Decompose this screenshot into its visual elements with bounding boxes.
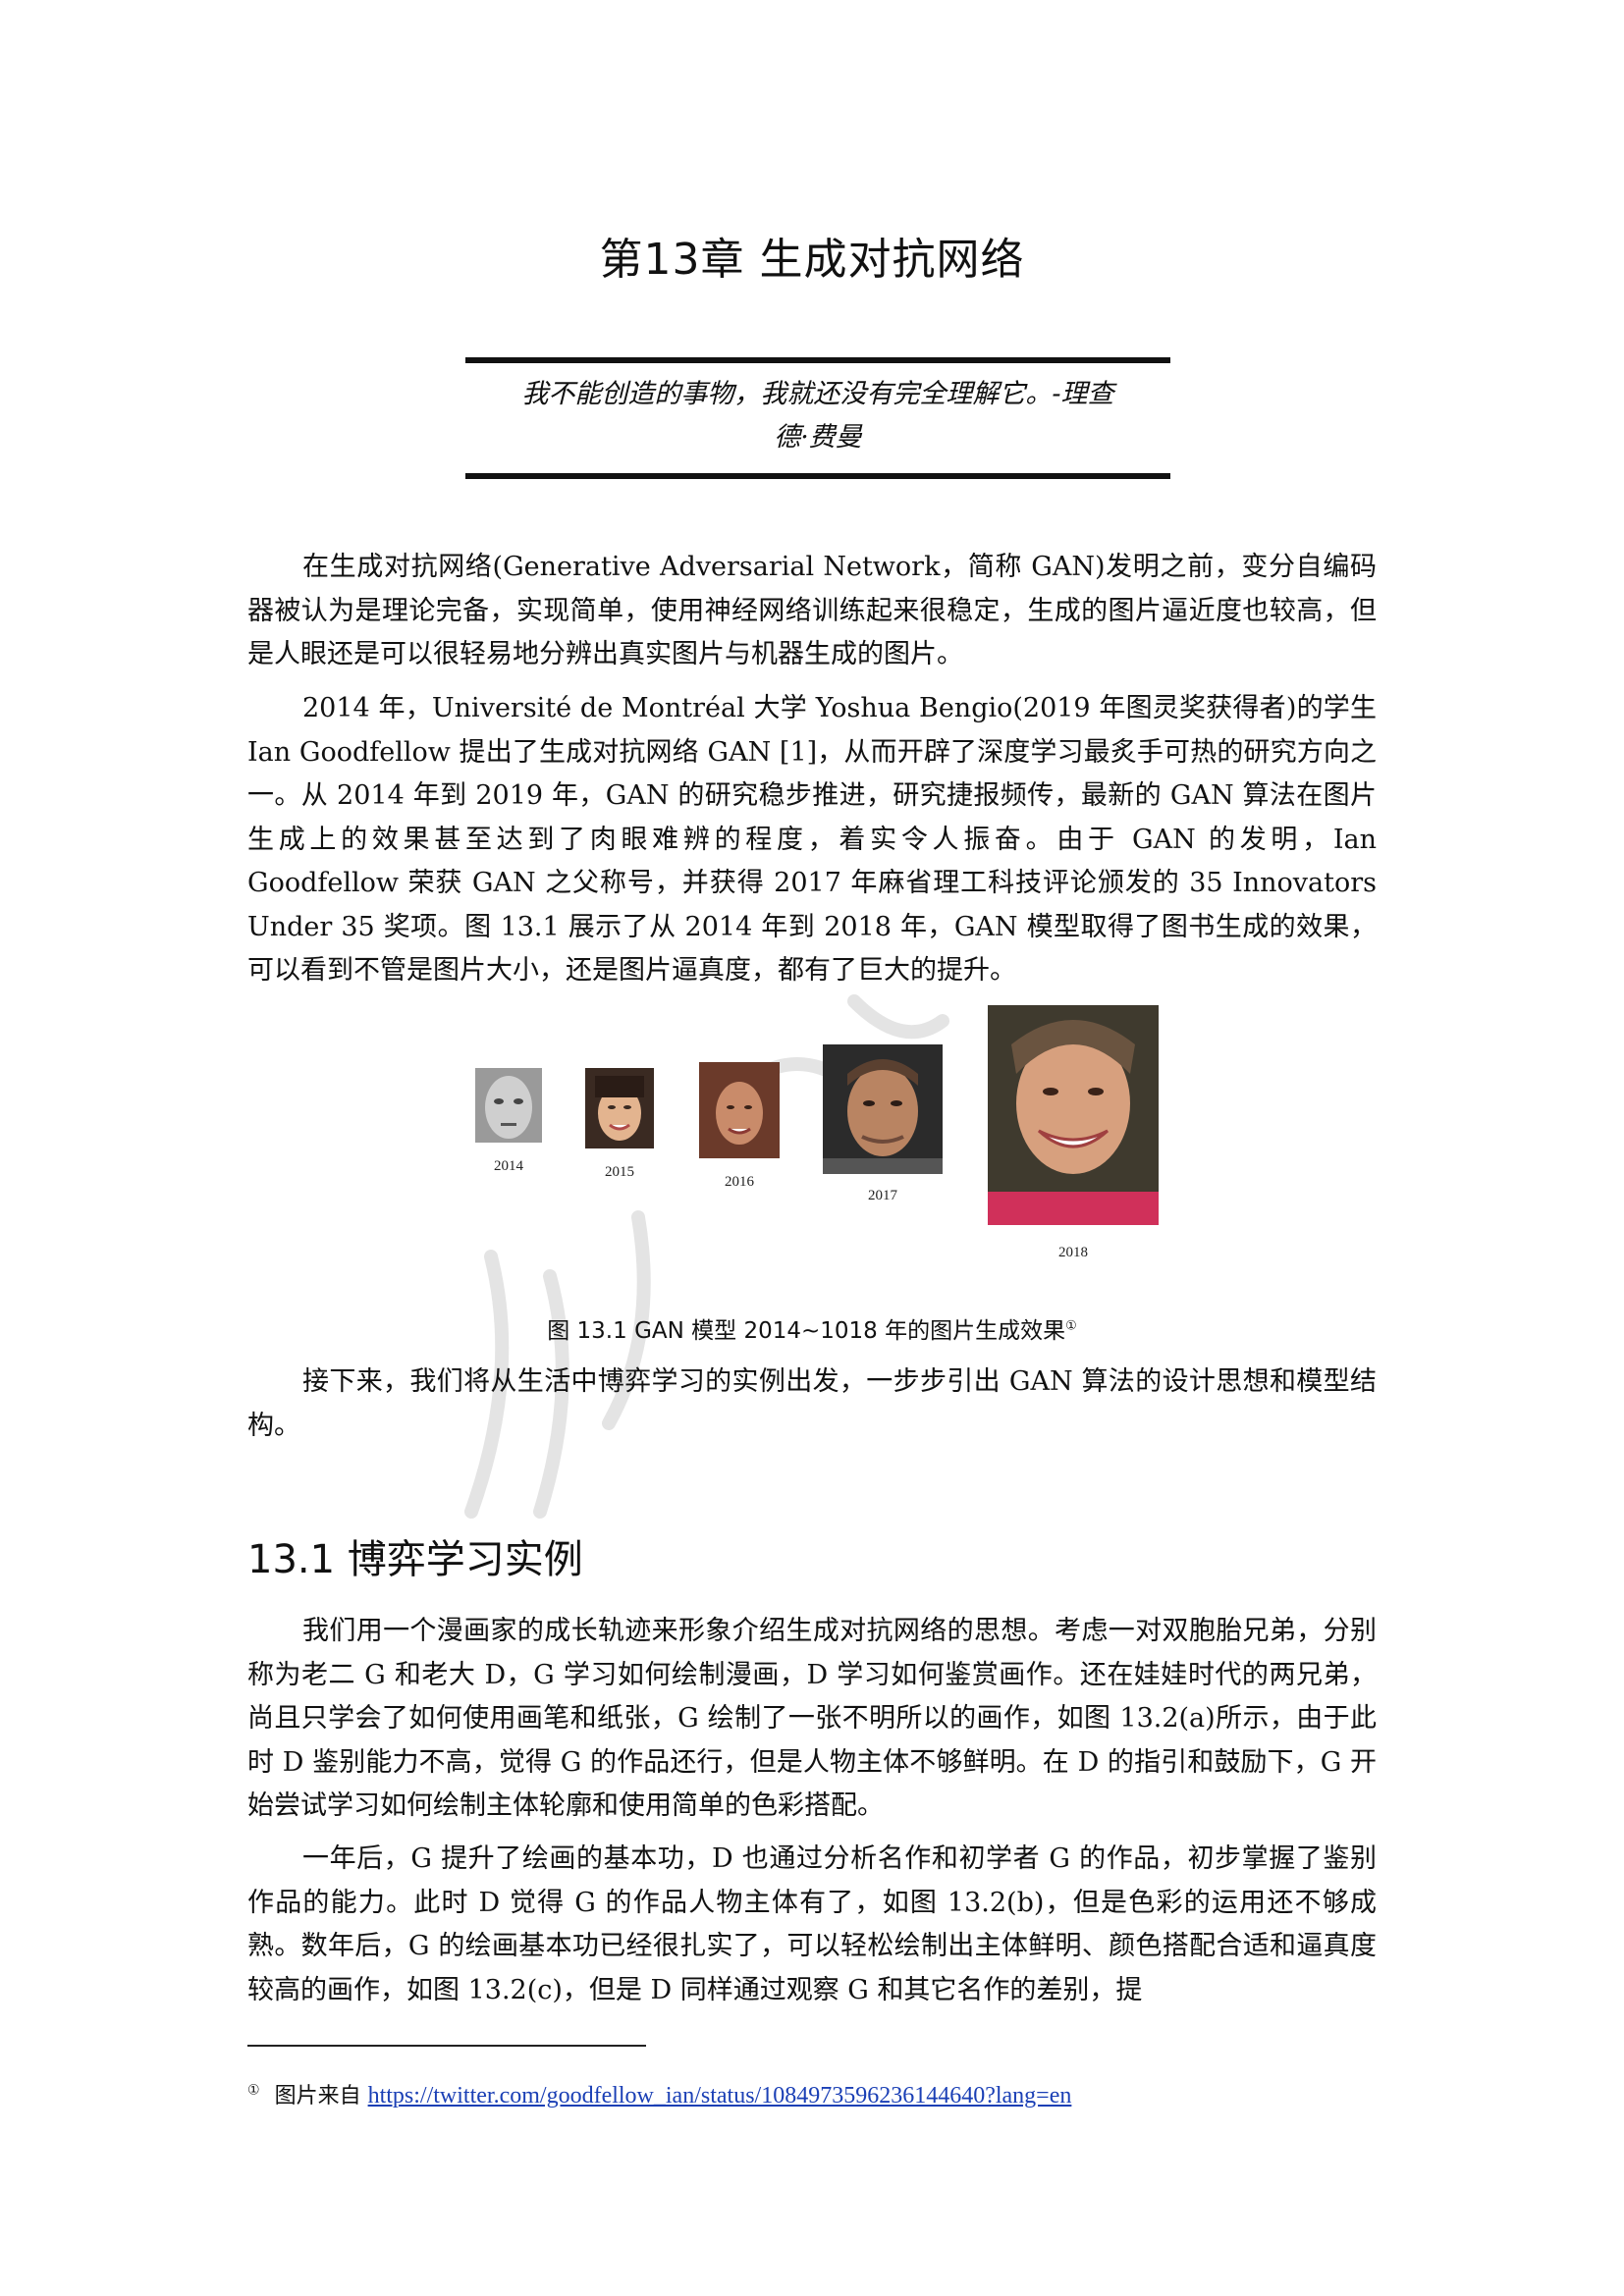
epigraph-line-1: 我不能创造的事物，我就还没有完全理解它。-理查 (521, 379, 1114, 409)
paragraph-4: 我们用一个漫画家的成长轨迹来形象介绍生成对抗网络的思想。考虑一对双胞胎兄弟，分别… (247, 1616, 1377, 1821)
footnote-prefix: 图片来自 (274, 2084, 361, 2109)
year-label-2016: 2016 (725, 1174, 754, 1190)
paragraph-2: 2014 年，Université de Montréal 大学 Yoshua … (247, 693, 1377, 986)
gan-progress-figure: 2014 2015 2016 2017 2018 (469, 993, 1178, 1288)
face-2014-image (475, 1068, 542, 1143)
footnote-link[interactable]: https://twitter.com/goodfellow_ian/statu… (368, 2083, 1072, 2109)
footnote: ① 图片来自 https://twitter.com/goodfellow_ia… (247, 2078, 1071, 2109)
figure-caption: 图 13.1 GAN 模型 2014~1018 年的图片生成效果① (0, 1311, 1624, 1345)
face-2016-image (699, 1062, 780, 1158)
year-label-2018: 2018 (1058, 1245, 1088, 1260)
paragraph-1: 在生成对抗网络(Generative Adversarial Network，简… (247, 552, 1377, 669)
figure-caption-text: 图 13.1 GAN 模型 2014~1018 年的图片生成效果 (547, 1318, 1066, 1344)
chapter-title: 第13章 生成对抗网络 (599, 235, 1025, 285)
epigraph-top-rule (465, 357, 1170, 363)
epigraph-bottom-rule (465, 473, 1170, 479)
face-2018-image (988, 1005, 1159, 1225)
epigraph-line-2: 德·费曼 (774, 422, 862, 453)
year-label-2015: 2015 (605, 1164, 634, 1180)
figure-caption-footnote-mark[interactable]: ① (1065, 1318, 1077, 1333)
face-2017-image (823, 1044, 943, 1174)
paragraph-5: 一年后，G 提升了绘画的基本功，D 也通过分析名作和初学者 G 的作品，初步掌握… (247, 1843, 1377, 2005)
face-2015-image (585, 1068, 654, 1148)
year-label-2014: 2014 (494, 1158, 523, 1174)
section-heading: 13.1 博弈学习实例 (247, 1537, 583, 1582)
epigraph: 我不能创造的事物，我就还没有完全理解它。-理查 德·费曼 (465, 373, 1170, 459)
year-label-2017: 2017 (868, 1188, 897, 1203)
footnote-mark: ① (247, 2082, 260, 2099)
footnote-separator (247, 2045, 646, 2047)
paragraph-3: 接下来，我们将从生活中博弈学习的实例出发，一步步引出 GAN 算法的设计思想和模… (247, 1366, 1377, 1441)
